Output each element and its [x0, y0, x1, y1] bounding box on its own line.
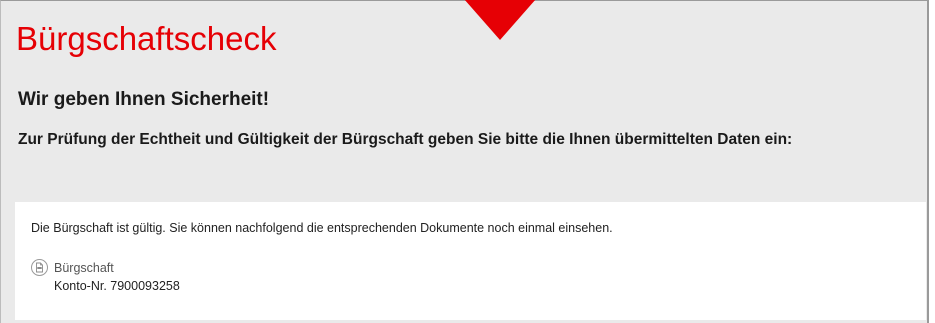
result-box: Die Bürgschaft ist gültig. Sie können na… [15, 202, 926, 320]
document-link[interactable]: Bürgschaft [54, 259, 180, 277]
guarantee-check-panel: Bürgschaftscheck Wir geben Ihnen Sicherh… [0, 0, 929, 323]
page-subtitle: Wir geben Ihnen Sicherheit! [18, 89, 270, 110]
page-title: Bürgschaftscheck [16, 20, 277, 57]
validity-message: Die Bürgschaft ist gültig. Sie können na… [31, 221, 613, 235]
instruction-text: Zur Prüfung der Echtheit und Gültigkeit … [18, 131, 793, 148]
brand-marker [464, 0, 536, 40]
pdf-icon[interactable] [31, 259, 48, 276]
document-entry: Bürgschaft Konto-Nr. 7900093258 [31, 259, 180, 295]
account-number: Konto-Nr. 7900093258 [54, 279, 180, 293]
